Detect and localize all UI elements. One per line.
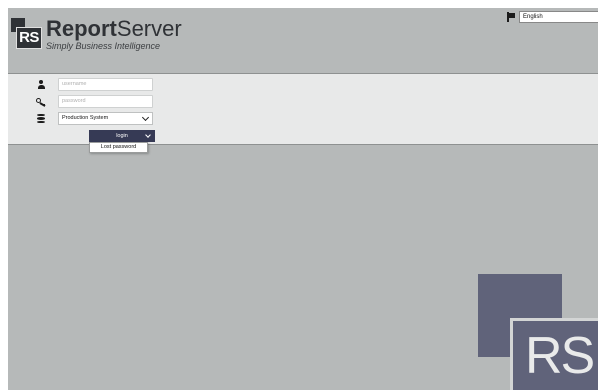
app-title: ReportServer — [46, 16, 182, 42]
username-input[interactable]: username — [58, 78, 153, 91]
reportserver-logo: RS ReportServer Simply Business Intellig… — [11, 16, 191, 58]
system-select-value: Production System — [62, 115, 109, 121]
chevron-down-icon — [141, 113, 150, 122]
login-button-label: login — [116, 133, 128, 139]
user-icon — [36, 80, 46, 90]
logo-mark-icon: RS — [11, 18, 42, 50]
flag-icon — [506, 12, 516, 22]
chevron-down-icon[interactable] — [145, 131, 151, 138]
language-switcher: English — [506, 11, 598, 23]
key-icon — [36, 97, 46, 107]
system-row: Production System — [36, 112, 153, 125]
lost-password-menu-item[interactable]: Lost password — [89, 142, 148, 153]
app-title-rest: Server — [116, 16, 182, 41]
logo-mark-text: RS — [16, 27, 42, 49]
background-logo-mark: RS — [510, 318, 598, 390]
language-select[interactable]: English — [519, 11, 598, 23]
login-button[interactable]: login — [89, 130, 155, 142]
password-row: password — [36, 95, 153, 108]
app-viewport: RS ReportServer Simply Business Intellig… — [8, 8, 598, 390]
database-icon — [36, 113, 46, 124]
username-row: username — [36, 78, 153, 91]
password-input[interactable]: password — [58, 95, 153, 108]
app-title-bold: Report — [46, 16, 117, 41]
system-select[interactable]: Production System — [58, 112, 153, 125]
app-tagline: Simply Business Intelligence — [46, 41, 161, 51]
